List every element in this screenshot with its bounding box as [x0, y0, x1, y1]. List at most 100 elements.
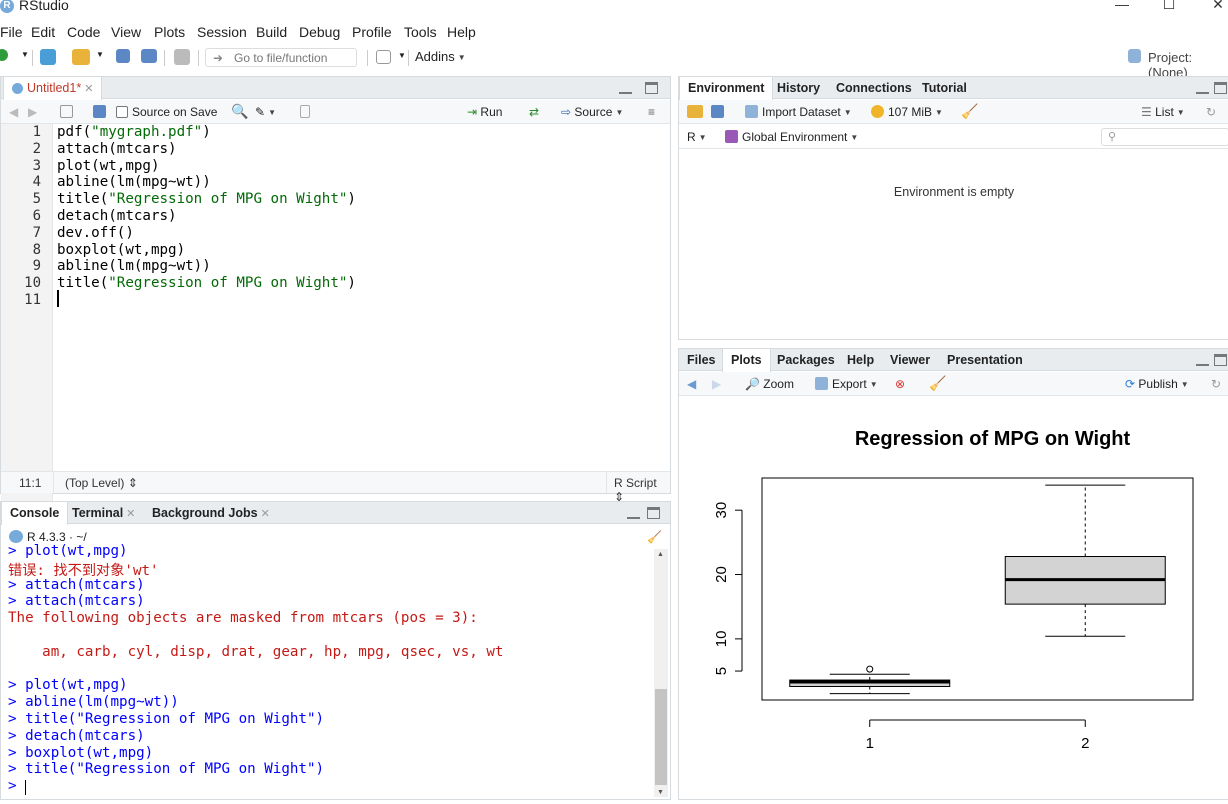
maximize-pane-icon[interactable]	[1214, 82, 1227, 94]
tab-presentation[interactable]: Presentation	[939, 349, 1031, 371]
source-button[interactable]: ⇨ Source ▼	[561, 105, 623, 119]
close-terminal-icon[interactable]: ✕	[126, 508, 135, 520]
import-dataset-button[interactable]: Import Dataset ▼	[745, 105, 852, 119]
forward-icon[interactable]: ▶	[28, 105, 37, 119]
next-plot-icon[interactable]: ▶	[712, 377, 721, 391]
tab-console-label: Console	[10, 506, 60, 520]
code-line: abline(lm(mpg~wt))	[57, 174, 211, 191]
close-jobs-icon[interactable]: ✕	[261, 508, 270, 520]
run-button[interactable]: ⇥ Run	[467, 105, 502, 119]
environment-pane: Environment History Connections Tutorial…	[678, 76, 1228, 340]
tab-history[interactable]: History	[769, 77, 828, 99]
minimize-pane-icon[interactable]	[619, 82, 632, 94]
close-window-icon[interactable]: ✕	[1203, 0, 1228, 12]
tab-terminal[interactable]: Terminal ✕	[64, 502, 143, 524]
refresh-icon[interactable]: ↻	[1206, 105, 1216, 119]
previous-plot-icon[interactable]: ◀	[687, 377, 696, 391]
scroll-up-icon[interactable]: ▲	[657, 551, 664, 558]
rerun-icon[interactable]: ⇄	[529, 105, 539, 119]
clear-objects-icon[interactable]: 🧹	[961, 103, 978, 120]
refresh-plot-icon[interactable]: ↻	[1211, 377, 1221, 391]
show-in-window-icon[interactable]	[60, 105, 77, 119]
file-type-selector[interactable]: R Script ⇕	[614, 476, 670, 504]
save-workspace-icon[interactable]	[711, 105, 728, 119]
back-icon[interactable]: ◀	[9, 105, 18, 119]
compile-report-icon[interactable]	[300, 105, 314, 119]
new-file-caret-icon[interactable]: ▼	[21, 50, 29, 59]
code-line: detach(mtcars)	[57, 208, 177, 224]
menu-edit[interactable]: Edit	[31, 24, 55, 40]
minimize-pane-icon[interactable]	[1196, 82, 1209, 94]
menu-debug[interactable]: Debug	[299, 24, 340, 40]
menu-plots[interactable]: Plots	[154, 24, 185, 40]
language-selector[interactable]: R ▼	[687, 130, 707, 144]
memory-usage-button[interactable]: 107 MiB ▼	[871, 105, 943, 119]
menu-tools[interactable]: Tools	[404, 24, 437, 40]
menu-code[interactable]: Code	[67, 24, 100, 40]
scroll-down-icon[interactable]: ▼	[657, 789, 664, 796]
environment-search-input[interactable]: ⚲	[1101, 128, 1228, 146]
scope-selector[interactable]: (Top Level) ⇕	[65, 476, 138, 490]
tab-packages-label: Packages	[777, 353, 835, 367]
publish-button[interactable]: ⟳ Publish ▼	[1125, 377, 1189, 391]
environment-toolbar: Import Dataset ▼ 107 MiB ▼ 🧹 ☰ List ▼ ↻	[679, 100, 1228, 124]
open-caret-icon[interactable]: ▼	[96, 50, 104, 59]
maximize-pane-icon[interactable]	[1214, 354, 1227, 366]
tab-tutorial[interactable]: Tutorial	[914, 77, 975, 99]
menu-session[interactable]: Session	[197, 24, 247, 40]
print-icon[interactable]	[174, 49, 190, 65]
maximize-pane-icon[interactable]	[645, 82, 658, 94]
environment-selector[interactable]: Global Environment ▼	[725, 130, 858, 144]
tab-background-jobs[interactable]: Background Jobs ✕	[144, 502, 278, 524]
scroll-thumb[interactable]	[655, 689, 667, 785]
editor-save-icon[interactable]	[93, 105, 110, 119]
chart-title: Regression of MPG on Wight	[855, 428, 1131, 450]
minimize-icon[interactable]: —	[1107, 0, 1137, 12]
close-tab-icon[interactable]: ✕	[84, 83, 93, 95]
tab-console[interactable]: Console	[1, 502, 69, 525]
goto-file-input[interactable]: Go to file/function	[205, 48, 357, 67]
export-button[interactable]: Export ▼	[815, 377, 878, 391]
maximize-icon[interactable]: ☐	[1154, 0, 1184, 12]
new-file-icon[interactable]	[0, 49, 8, 61]
source-on-save-checkbox[interactable]: Source on Save	[116, 105, 217, 119]
status-divider	[606, 472, 607, 493]
minimize-pane-icon[interactable]	[1196, 354, 1209, 366]
toolbar-separator	[367, 50, 368, 66]
code-tools-icon[interactable]: ✎ ▼	[255, 105, 276, 119]
menu-view[interactable]: View	[111, 24, 141, 40]
view-mode-selector[interactable]: ☰ List ▼	[1141, 105, 1185, 119]
line-number: 9	[32, 258, 41, 275]
clear-console-icon[interactable]: 🧹	[647, 530, 662, 544]
tab-connections[interactable]: Connections	[828, 77, 920, 99]
text-cursor	[57, 290, 59, 307]
menu-profile[interactable]: Profile	[352, 24, 392, 40]
tab-viewer[interactable]: Viewer	[882, 349, 938, 371]
addins-menu[interactable]: Addins ▼	[415, 49, 466, 64]
menu-help[interactable]: Help	[447, 24, 476, 40]
tab-environment[interactable]: Environment	[679, 77, 774, 100]
line-number: 10	[24, 275, 41, 292]
open-file-icon[interactable]	[72, 49, 90, 65]
save-all-icon[interactable]	[141, 49, 157, 63]
clear-plots-icon[interactable]: 🧹	[929, 375, 946, 392]
find-replace-icon[interactable]: 🔍	[231, 103, 248, 120]
outline-icon[interactable]: ≡	[648, 105, 655, 119]
tab-help[interactable]: Help	[839, 349, 882, 371]
load-workspace-icon[interactable]	[687, 105, 707, 119]
remove-plot-icon[interactable]: ⊗	[895, 377, 905, 391]
panes-caret-icon[interactable]: ▼	[398, 51, 406, 60]
tab-plots[interactable]: Plots	[722, 349, 771, 372]
minimize-pane-icon[interactable]	[627, 507, 640, 519]
tab-packages[interactable]: Packages	[769, 349, 843, 371]
new-project-icon[interactable]	[40, 49, 56, 65]
zoom-button[interactable]: 🔎 Zoom	[745, 377, 794, 391]
save-icon[interactable]	[116, 49, 130, 63]
menu-build[interactable]: Build	[256, 24, 287, 40]
console-scrollbar[interactable]: ▲ ▼	[654, 549, 668, 797]
tab-files[interactable]: Files	[679, 349, 724, 371]
workspace-panes-icon[interactable]	[376, 50, 391, 64]
menu-file[interactable]: File	[0, 24, 23, 40]
tab-untitled1[interactable]: Untitled1* ✕	[3, 77, 103, 100]
maximize-pane-icon[interactable]	[647, 507, 660, 519]
